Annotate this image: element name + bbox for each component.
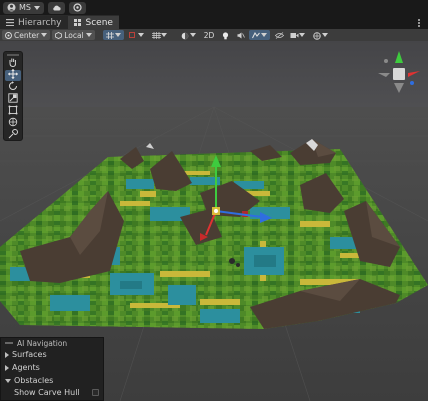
effects-icon	[252, 31, 261, 39]
tab-scene[interactable]: Scene	[67, 15, 119, 29]
tool-palette	[3, 51, 23, 141]
gizmo-globe-icon	[313, 31, 321, 40]
list-icon	[6, 19, 14, 26]
speaker-muted-icon	[237, 32, 246, 39]
account-dropdown[interactable]: MS	[3, 1, 44, 14]
tab-hierarchy[interactable]: Hierarchy	[0, 15, 68, 29]
scene-toolbar: Center Local 2D	[0, 29, 428, 41]
chevron-down-icon	[85, 33, 92, 37]
chevron-down-icon	[189, 33, 196, 37]
chevron-down-icon	[261, 33, 268, 37]
more-options-icon[interactable]	[414, 17, 424, 29]
cloud-button[interactable]	[47, 1, 65, 14]
chevron-down-icon	[137, 33, 144, 37]
eye-slash-icon	[275, 31, 285, 39]
chevron-down-icon	[5, 378, 11, 383]
chevron-right-icon	[5, 364, 9, 371]
camera-dropdown[interactable]	[287, 30, 309, 40]
tab-label: Scene	[85, 17, 113, 28]
2d-mode-button[interactable]: 2D	[200, 30, 218, 40]
cloud-icon	[52, 3, 61, 12]
show-carve-hull-row: Show Carve Hull	[1, 387, 103, 398]
chevron-down-icon	[41, 33, 48, 37]
overlay-header[interactable]: AI Navigation	[1, 338, 103, 348]
lightbulb-icon	[222, 31, 229, 39]
pivot-dropdown[interactable]: Center	[2, 30, 51, 40]
chevron-down-icon	[322, 33, 329, 37]
foldout-label: Surfaces	[12, 350, 47, 359]
foldout-label: Agents	[12, 363, 40, 372]
scale-tool-button[interactable]	[5, 93, 21, 105]
chevron-right-icon	[5, 351, 9, 358]
camera-icon	[290, 32, 299, 39]
account-icon	[7, 3, 16, 12]
account-bar: MS	[0, 0, 428, 15]
tab-strip: Hierarchy Scene	[0, 15, 428, 29]
foldout-agents[interactable]: Agents	[1, 361, 103, 374]
grip-icon	[5, 342, 13, 344]
space-dropdown[interactable]: Local	[52, 30, 95, 40]
show-carve-hull-checkbox[interactable]	[92, 389, 99, 396]
move-tool-button[interactable]	[5, 68, 21, 81]
show-carve-hull-label: Show Carve Hull	[14, 388, 80, 397]
shading-mode-button[interactable]	[177, 30, 199, 40]
tab-label: Hierarchy	[18, 17, 62, 28]
rect-tool-button[interactable]	[5, 105, 21, 117]
wrench-icon	[8, 129, 18, 142]
grid-plane-icon	[151, 31, 161, 39]
ai-navigation-overlay: AI Navigation Surfaces Agents Obstacles …	[0, 337, 104, 401]
gear-icon	[73, 3, 82, 12]
foldout-surfaces[interactable]: Surfaces	[1, 348, 103, 361]
pivot-label: Center	[14, 30, 40, 40]
overlay-title: AI Navigation	[17, 338, 68, 348]
grid-icon	[73, 19, 82, 26]
settings-button[interactable]	[68, 1, 86, 14]
shaded-sphere-icon	[181, 32, 189, 39]
chevron-down-icon	[160, 33, 167, 37]
foldout-label: Obstacles	[14, 376, 54, 385]
2d-label: 2D	[203, 30, 215, 40]
effects-dropdown[interactable]	[249, 30, 271, 40]
pivot-center-icon	[5, 31, 12, 39]
grid-snapping-button[interactable]	[102, 30, 124, 40]
chevron-down-icon	[299, 33, 306, 37]
chevron-down-icon	[114, 33, 121, 37]
hand-tool-button[interactable]	[5, 58, 21, 69]
audio-toggle[interactable]	[234, 30, 248, 40]
palette-grip[interactable]	[7, 54, 19, 56]
scene-visibility-toggle[interactable]	[272, 30, 286, 40]
local-space-icon	[55, 31, 63, 39]
grid-visibility-button[interactable]	[148, 30, 170, 40]
space-label: Local	[64, 30, 84, 40]
custom-tool-button[interactable]	[5, 129, 21, 142]
account-label: MS	[19, 3, 31, 12]
grid-snap-icon	[105, 31, 114, 39]
transform-tool-button[interactable]	[5, 117, 21, 129]
chevron-down-icon	[33, 5, 40, 10]
foldout-obstacles[interactable]: Obstacles	[1, 374, 103, 387]
rotate-tool-button[interactable]	[5, 81, 21, 93]
gizmos-dropdown[interactable]	[310, 30, 332, 40]
snap-increment-icon	[128, 31, 136, 39]
increment-snap-button[interactable]	[125, 30, 147, 40]
lighting-toggle[interactable]	[219, 30, 233, 40]
